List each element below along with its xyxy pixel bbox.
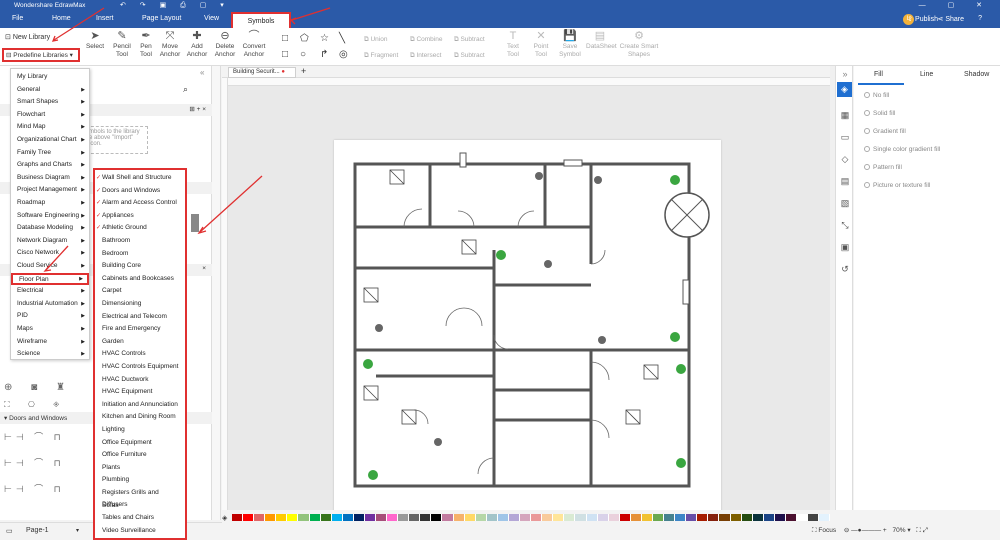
arrow-to-symbols-tab	[291, 7, 331, 21]
annotation-arrows	[43, 7, 331, 272]
arrow-to-submenu	[199, 175, 263, 233]
arrow-head-symbols	[289, 17, 297, 25]
arrow-to-new-library	[53, 7, 105, 41]
